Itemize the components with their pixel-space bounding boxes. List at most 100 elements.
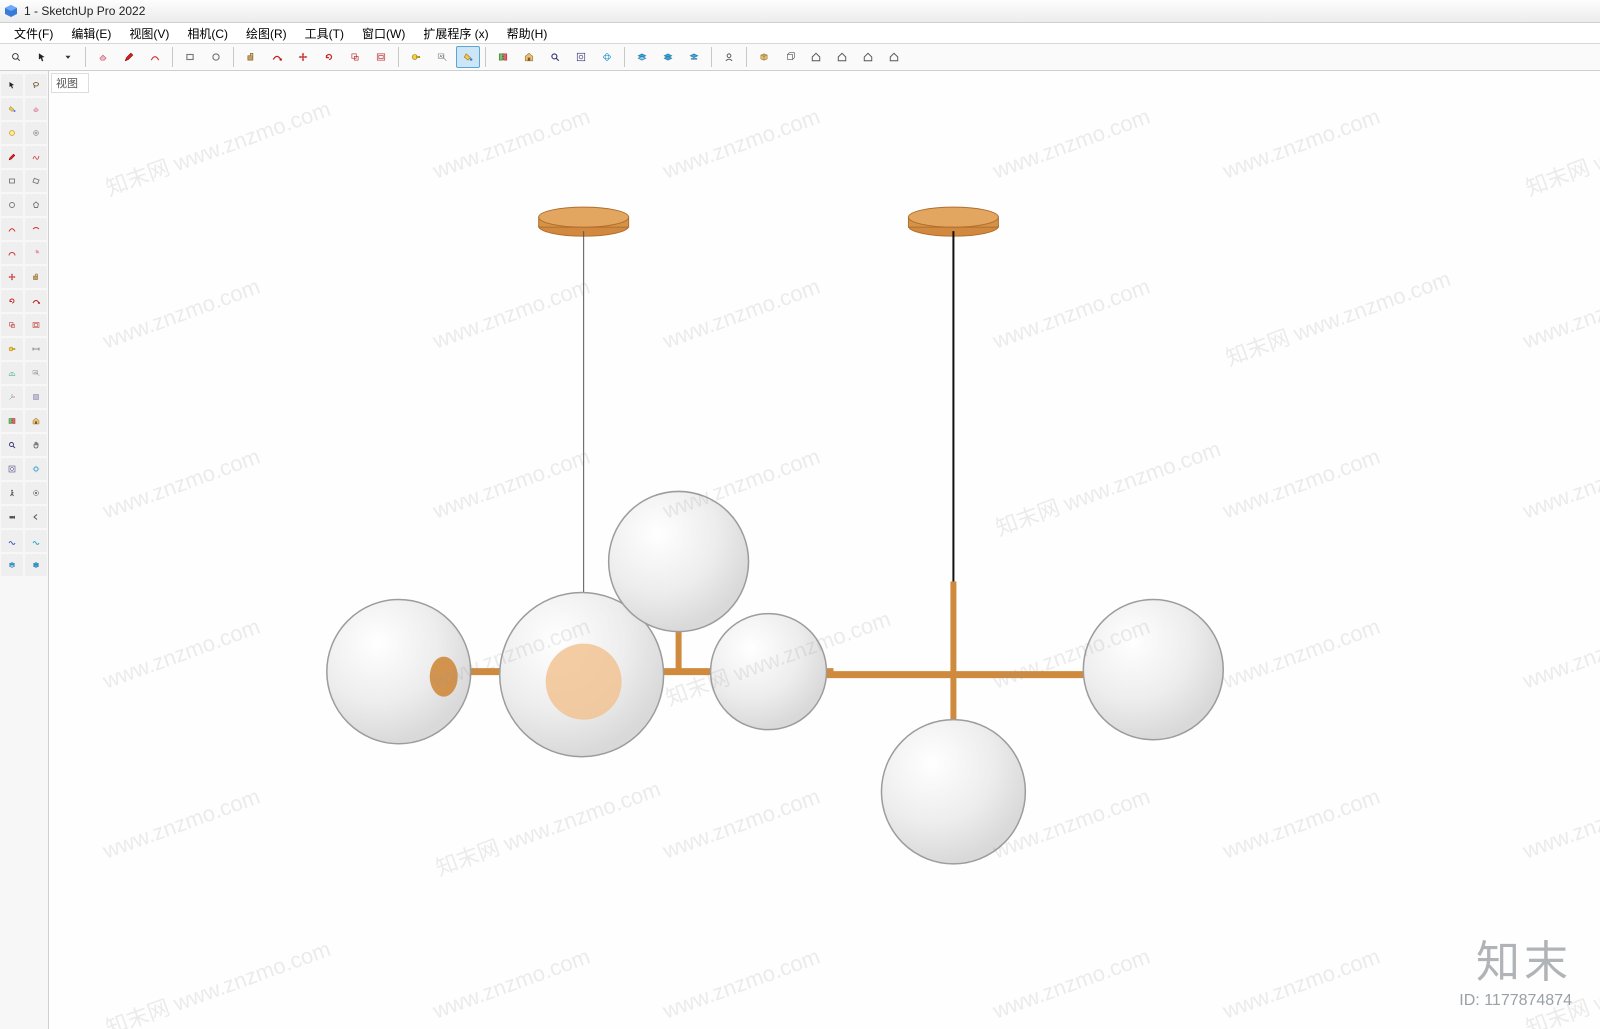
user-icon[interactable] bbox=[717, 46, 741, 68]
circle-icon[interactable] bbox=[204, 46, 228, 68]
paint-bucket-icon[interactable] bbox=[456, 46, 480, 68]
tape-measure-icon[interactable] bbox=[1, 338, 23, 360]
layers-b-icon[interactable] bbox=[656, 46, 680, 68]
watermark: www.znzmo.com bbox=[100, 784, 264, 865]
watermark: www.znzmo.com bbox=[990, 784, 1154, 865]
circle-tool-icon[interactable] bbox=[1, 122, 23, 144]
menu-draw[interactable]: 绘图(R) bbox=[238, 24, 295, 43]
layers-c-icon[interactable] bbox=[682, 46, 706, 68]
home-b-icon[interactable] bbox=[830, 46, 854, 68]
lasso-icon[interactable] bbox=[25, 74, 47, 96]
layers-a-icon[interactable] bbox=[1, 554, 23, 576]
arc2-icon[interactable] bbox=[25, 218, 47, 240]
axes-icon[interactable] bbox=[1, 386, 23, 408]
watermark: www.znzmo.com bbox=[1520, 274, 1600, 355]
tape-roll-icon[interactable] bbox=[25, 122, 47, 144]
polygon-icon[interactable] bbox=[25, 194, 47, 216]
cube-icon[interactable] bbox=[778, 46, 802, 68]
menu-bar: 文件(F) 编辑(E) 视图(V) 相机(C) 绘图(R) 工具(T) 窗口(W… bbox=[0, 23, 1600, 44]
pan-icon[interactable] bbox=[25, 434, 47, 456]
home-a-icon[interactable] bbox=[804, 46, 828, 68]
rotate-icon[interactable] bbox=[317, 46, 341, 68]
position-camera-icon[interactable] bbox=[1, 506, 23, 528]
rectangle-icon[interactable] bbox=[178, 46, 202, 68]
move-icon[interactable] bbox=[1, 266, 23, 288]
scale-icon[interactable] bbox=[1, 314, 23, 336]
rectangle-icon[interactable] bbox=[1, 170, 23, 192]
mirror-icon[interactable] bbox=[491, 46, 515, 68]
pencil-icon[interactable] bbox=[1, 146, 23, 168]
toolbar-separator bbox=[746, 47, 747, 67]
eraser-icon[interactable] bbox=[25, 98, 47, 120]
rotated-rect-icon[interactable] bbox=[25, 170, 47, 192]
look-around-icon[interactable] bbox=[25, 482, 47, 504]
viewport[interactable]: 视图 bbox=[49, 71, 1600, 1029]
sandbox-a-icon[interactable] bbox=[1, 530, 23, 552]
previous-view-icon[interactable] bbox=[25, 506, 47, 528]
arc-icon[interactable] bbox=[143, 46, 167, 68]
watermark: www.znzmo.com bbox=[660, 444, 824, 525]
select-arrow-icon[interactable] bbox=[1, 74, 23, 96]
search-icon[interactable] bbox=[4, 46, 28, 68]
watermark: 知末网 www.znzmo.com bbox=[101, 931, 335, 1029]
text-label-icon[interactable]: A1 bbox=[430, 46, 454, 68]
tape-measure-icon[interactable] bbox=[404, 46, 428, 68]
home-d-icon[interactable] bbox=[882, 46, 906, 68]
window-title: 1 - SketchUp Pro 2022 bbox=[24, 4, 145, 18]
offset-icon[interactable] bbox=[369, 46, 393, 68]
zoom-icon[interactable] bbox=[1, 434, 23, 456]
box-icon[interactable] bbox=[752, 46, 776, 68]
menu-view[interactable]: 视图(V) bbox=[121, 24, 177, 43]
layers-a-icon[interactable] bbox=[630, 46, 654, 68]
pencil-icon[interactable] bbox=[117, 46, 141, 68]
zoom-icon[interactable] bbox=[543, 46, 567, 68]
scale-icon[interactable] bbox=[343, 46, 367, 68]
freehand-icon[interactable] bbox=[25, 146, 47, 168]
sandbox-b-icon[interactable] bbox=[25, 530, 47, 552]
watermark: www.znzmo.com bbox=[1520, 614, 1600, 695]
dimension-icon[interactable] bbox=[25, 338, 47, 360]
push-pull-icon[interactable] bbox=[25, 266, 47, 288]
mirror-icon[interactable] bbox=[1, 410, 23, 432]
menu-window[interactable]: 窗口(W) bbox=[354, 24, 413, 43]
watermark: www.znzmo.com bbox=[430, 104, 594, 185]
move-icon[interactable] bbox=[291, 46, 315, 68]
warehouse-icon[interactable] bbox=[517, 46, 541, 68]
zoom-extents-icon[interactable] bbox=[1, 458, 23, 480]
menu-edit[interactable]: 编辑(E) bbox=[63, 24, 119, 43]
circle-icon[interactable] bbox=[1, 194, 23, 216]
menu-file[interactable]: 文件(F) bbox=[6, 24, 61, 43]
toolbar-separator bbox=[85, 47, 86, 67]
menu-ext[interactable]: 扩展程序 (x) bbox=[415, 24, 496, 43]
protractor-icon[interactable] bbox=[1, 362, 23, 384]
dropdown-arrow-icon[interactable] bbox=[56, 46, 80, 68]
offset-icon[interactable] bbox=[25, 314, 47, 336]
orbit-icon[interactable] bbox=[25, 458, 47, 480]
watermark: www.znzmo.com bbox=[430, 274, 594, 355]
select-arrow-icon[interactable] bbox=[30, 46, 54, 68]
rotate-icon[interactable] bbox=[1, 290, 23, 312]
follow-me-icon[interactable] bbox=[25, 290, 47, 312]
eraser-icon[interactable] bbox=[91, 46, 115, 68]
push-pull-icon[interactable] bbox=[239, 46, 263, 68]
layers-b-icon[interactable] bbox=[25, 554, 47, 576]
home-c-icon[interactable] bbox=[856, 46, 880, 68]
watermark: www.znzmo.com bbox=[1520, 784, 1600, 865]
watermark: www.znzmo.com bbox=[660, 944, 824, 1025]
menu-tools[interactable]: 工具(T) bbox=[297, 24, 352, 43]
section-plane-icon[interactable] bbox=[25, 386, 47, 408]
warehouse-icon[interactable] bbox=[25, 410, 47, 432]
text-label-icon[interactable]: A1 bbox=[25, 362, 47, 384]
watermark: www.znzmo.com bbox=[100, 444, 264, 525]
arc1-icon[interactable] bbox=[1, 218, 23, 240]
pie-icon[interactable] bbox=[25, 242, 47, 264]
follow-me-icon[interactable] bbox=[265, 46, 289, 68]
arc3-icon[interactable] bbox=[1, 242, 23, 264]
menu-camera[interactable]: 相机(C) bbox=[179, 24, 236, 43]
orbit-icon[interactable] bbox=[595, 46, 619, 68]
watermark: www.znzmo.com bbox=[1220, 784, 1384, 865]
paint-bucket-icon[interactable] bbox=[1, 98, 23, 120]
zoom-extents-icon[interactable] bbox=[569, 46, 593, 68]
walk-icon[interactable] bbox=[1, 482, 23, 504]
menu-help[interactable]: 帮助(H) bbox=[499, 24, 556, 43]
